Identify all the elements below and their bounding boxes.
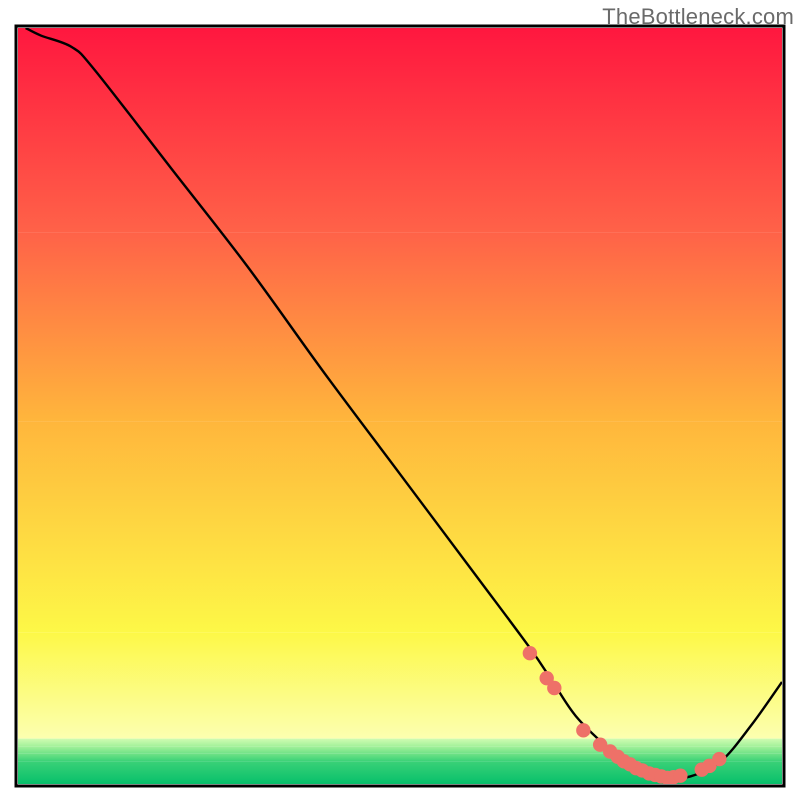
- background-gradient: [18, 28, 782, 784]
- band-0: [18, 28, 782, 232]
- chart-svg: [0, 0, 800, 800]
- band-6: [18, 754, 782, 762]
- band-3: [18, 633, 782, 739]
- marker-point: [673, 768, 687, 782]
- band-4: [18, 739, 782, 747]
- band-5: [18, 746, 782, 754]
- marker-point: [712, 752, 726, 766]
- bottleneck-chart: TheBottleneck.com: [0, 0, 800, 800]
- band-1: [18, 232, 782, 421]
- marker-point: [576, 723, 590, 737]
- band-2: [18, 421, 782, 633]
- marker-point: [547, 681, 561, 695]
- plot-area: [18, 28, 782, 785]
- marker-point: [523, 646, 537, 660]
- watermark-text: TheBottleneck.com: [602, 4, 794, 30]
